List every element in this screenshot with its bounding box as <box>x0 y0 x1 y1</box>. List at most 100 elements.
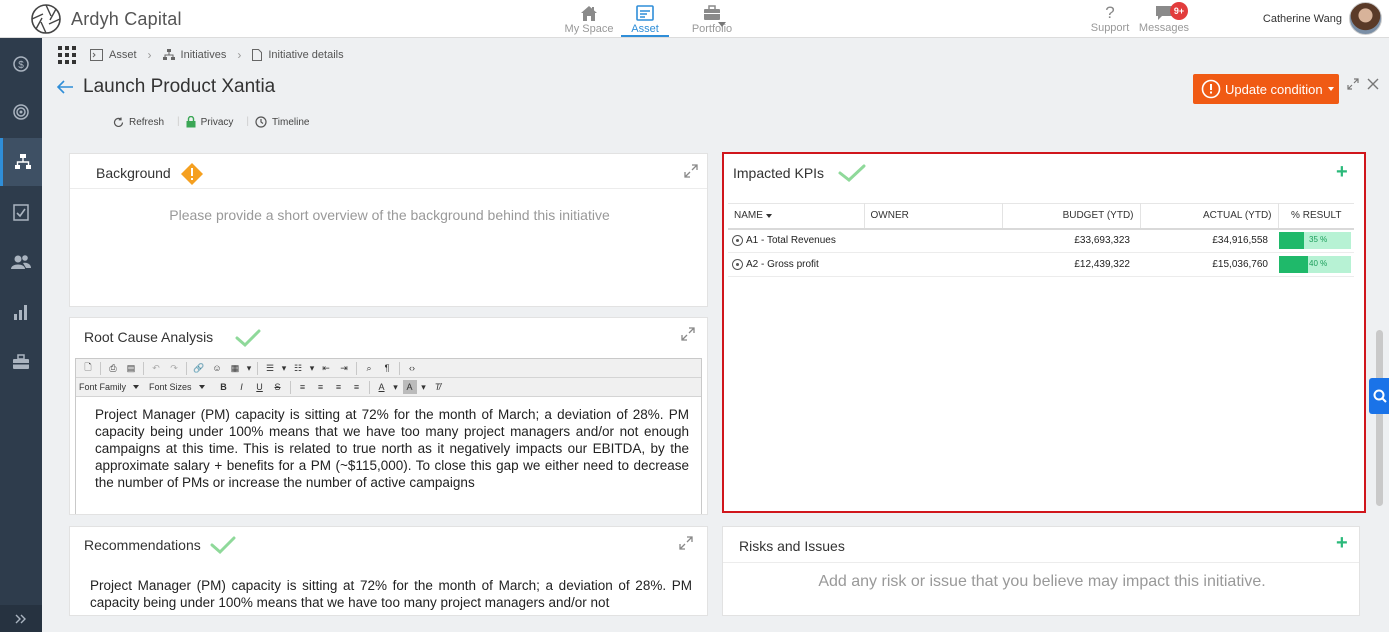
column-header-name[interactable]: NAME <box>728 203 865 230</box>
align-right-icon[interactable]: ≡ <box>332 380 346 394</box>
sidebar-collapse-button[interactable] <box>0 605 42 632</box>
code-icon[interactable]: ‹› <box>405 361 419 375</box>
avatar[interactable] <box>1349 2 1382 35</box>
column-header-owner[interactable]: OWNER <box>864 203 1003 230</box>
table-row[interactable]: A1 - Total Revenues £33,693,323 £34,916,… <box>728 228 1354 253</box>
kpi-name-cell[interactable]: A2 - Gross profit <box>728 252 864 277</box>
refresh-button[interactable]: Refresh <box>113 116 164 128</box>
scrollbar-thumb[interactable] <box>1376 330 1383 506</box>
divider: | <box>177 116 180 127</box>
sidebar-item-initiatives[interactable] <box>0 138 42 186</box>
topnav-portfolio[interactable]: Portfolio <box>686 0 738 37</box>
column-header-actual[interactable]: ACTUAL (YTD) <box>1140 203 1279 230</box>
numbered-list-icon[interactable]: ☷ <box>291 361 305 375</box>
privacy-button[interactable]: Privacy <box>186 116 233 128</box>
expand-window-icon[interactable] <box>1347 78 1359 90</box>
topnav-my-space[interactable]: My Space <box>563 0 615 37</box>
recommendations-content[interactable]: Project Manager (PM) capacity is sitting… <box>90 577 692 611</box>
find-icon[interactable]: ⌕ <box>362 361 376 375</box>
editor-content[interactable]: Project Manager (PM) capacity is sitting… <box>76 397 701 491</box>
align-center-icon[interactable]: ≡ <box>314 380 328 394</box>
expand-icon[interactable] <box>679 536 693 550</box>
italic-icon[interactable]: I <box>235 380 249 394</box>
app-grid-icon[interactable] <box>58 46 76 64</box>
kpi-name-cell[interactable]: A1 - Total Revenues <box>728 228 864 253</box>
add-risk-button[interactable]: + <box>1336 533 1348 553</box>
new-document-icon[interactable]: 🗋 <box>81 361 95 375</box>
strikethrough-icon[interactable]: S <box>271 380 285 394</box>
breadcrumb-initiatives[interactable]: Initiatives <box>162 49 226 61</box>
indent-icon[interactable]: ⇥ <box>337 361 351 375</box>
expand-icon[interactable] <box>681 327 695 341</box>
page-title: Launch Product Xantia <box>83 76 276 97</box>
timeline-button[interactable]: Timeline <box>255 116 309 128</box>
app-logo[interactable]: Ardyh Capital <box>30 3 182 35</box>
table-row[interactable]: A2 - Gross profit £12,439,322 £15,036,76… <box>728 252 1354 277</box>
risks-placeholder[interactable]: Add any risk or issue that you believe m… <box>723 573 1361 591</box>
breadcrumb-initiative-details: Initiative details <box>252 49 344 61</box>
breadcrumb-asset[interactable]: Asset <box>90 49 137 61</box>
close-icon[interactable] <box>1367 78 1379 90</box>
align-left-icon[interactable]: ≡ <box>296 380 310 394</box>
justify-icon[interactable]: ≡ <box>350 380 364 394</box>
emoji-icon[interactable]: ☺ <box>210 361 224 375</box>
user-name[interactable]: Catherine Wang <box>1250 13 1342 25</box>
messages-link[interactable]: 9+ Messages <box>1138 2 1190 34</box>
clear-formatting-icon[interactable]: T̸ <box>431 380 445 394</box>
sidebar-item-people[interactable] <box>0 238 42 286</box>
divider <box>289 380 291 394</box>
pilcrow-icon[interactable]: ¶ <box>380 361 394 375</box>
messages-badge: 9+ <box>1170 2 1188 20</box>
underline-icon[interactable]: U <box>253 380 267 394</box>
bold-icon[interactable]: B <box>217 380 231 394</box>
support-link[interactable]: ? Support <box>1088 4 1132 35</box>
background-placeholder[interactable]: Please provide a short overview of the b… <box>70 207 709 223</box>
chevron-down-icon[interactable]: ▾ <box>246 361 252 375</box>
font-size-select[interactable]: Font Sizes <box>149 382 205 392</box>
sidebar-item-goals[interactable] <box>0 88 42 136</box>
outdent-icon[interactable]: ⇤ <box>319 361 333 375</box>
column-header-budget[interactable]: BUDGET (YTD) <box>1002 203 1141 230</box>
sidebar-item-finance[interactable]: $ <box>0 40 42 88</box>
warning-icon <box>181 163 203 185</box>
undo-icon[interactable]: ↶ <box>149 361 163 375</box>
chevron-down-icon <box>198 385 205 389</box>
topnav-asset[interactable]: Asset <box>621 0 726 37</box>
back-arrow-icon[interactable] <box>57 80 74 94</box>
link-icon[interactable]: 🔗 <box>192 361 206 375</box>
font-size-label: Font Sizes <box>149 382 192 392</box>
expand-icon[interactable] <box>684 164 698 178</box>
money-icon: $ <box>13 56 29 72</box>
result-label: 40 % <box>1309 259 1328 268</box>
table-icon[interactable]: ▦ <box>228 361 242 375</box>
font-family-select[interactable]: Font Family <box>79 382 140 392</box>
chevron-down-icon[interactable]: ▾ <box>421 380 427 394</box>
chevron-down-icon[interactable]: ▾ <box>393 380 399 394</box>
column-header-result[interactable]: % RESULT <box>1278 203 1354 230</box>
print-icon[interactable]: ⎙ <box>106 361 120 375</box>
add-kpi-button[interactable]: + <box>1336 162 1348 182</box>
check-icon <box>838 164 866 182</box>
sidebar-item-tasks[interactable] <box>0 188 42 236</box>
aperture-logo-icon <box>31 4 61 34</box>
result-bar: 40 % <box>1279 256 1351 273</box>
text-color-icon[interactable]: A <box>375 380 389 394</box>
double-chevron-right-icon <box>15 614 26 623</box>
redo-icon[interactable]: ↷ <box>167 361 181 375</box>
topnav-label: My Space <box>564 23 614 35</box>
chevron-down-icon[interactable]: ▾ <box>309 361 315 375</box>
result-label: 35 % <box>1309 235 1328 245</box>
chevron-down-icon[interactable]: ▾ <box>281 361 287 375</box>
chevron-down-icon[interactable] <box>718 22 726 27</box>
chevron-right-icon: › <box>237 48 242 62</box>
sidebar-item-tools[interactable] <box>0 338 42 386</box>
divider <box>368 380 370 394</box>
sidebar-item-reports[interactable] <box>0 288 42 336</box>
sort-desc-icon <box>765 213 772 218</box>
update-condition-button[interactable]: Update condition <box>1193 74 1339 104</box>
lock-icon <box>186 116 196 128</box>
bullet-list-icon[interactable]: ☰ <box>263 361 277 375</box>
paste-icon[interactable]: ▤ <box>124 361 138 375</box>
highlight-color-icon[interactable]: A <box>402 380 417 394</box>
floating-search-button[interactable] <box>1369 378 1389 414</box>
